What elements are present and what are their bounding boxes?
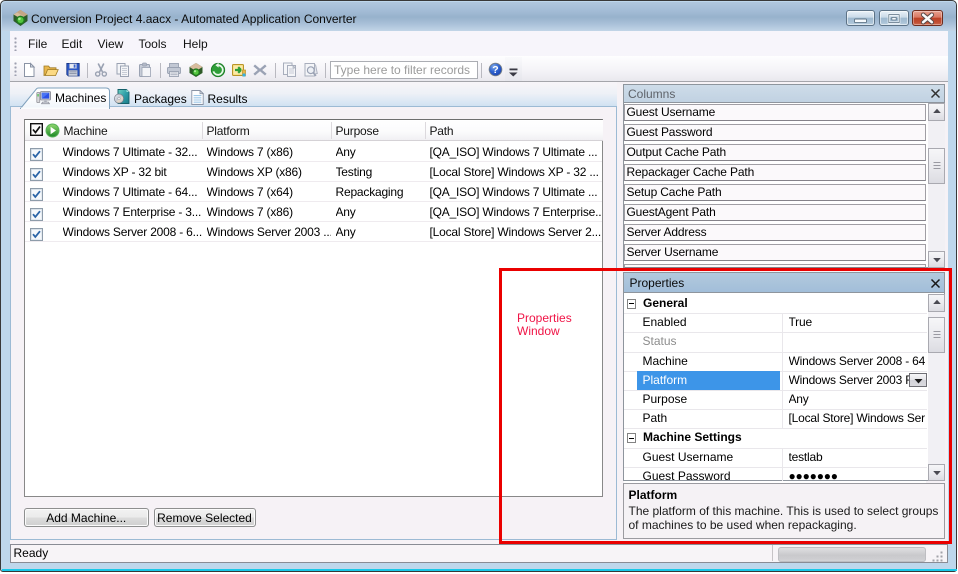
svg-text:?: ?: [492, 64, 498, 76]
